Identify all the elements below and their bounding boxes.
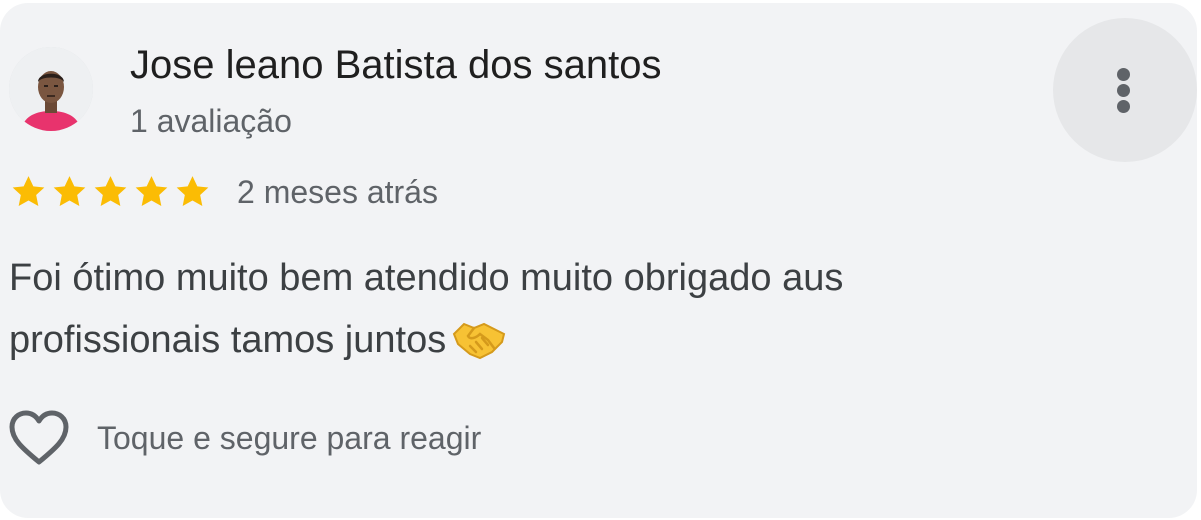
review-text-line: profissionais tamos juntos <box>9 309 1009 381</box>
avatar[interactable] <box>9 47 93 131</box>
star-icon <box>12 176 45 206</box>
star-icon <box>94 176 127 206</box>
star-icon <box>53 176 86 206</box>
review-text: Foi ótimo muito bem atendido muito obrig… <box>9 247 1009 381</box>
more-options-button[interactable] <box>1053 18 1197 162</box>
author-name[interactable]: Jose leano Batista dos santos <box>130 41 661 89</box>
review-time: 2 meses atrás <box>237 174 438 210</box>
avatar-image <box>9 47 93 131</box>
heart-outline-icon[interactable] <box>8 409 70 467</box>
review-text-line: Foi ótimo muito bem atendido muito obrig… <box>9 257 844 299</box>
react-hint: Toque e segure para reagir <box>97 420 482 456</box>
star-rating <box>8 172 213 212</box>
handshake-emoji <box>452 316 506 381</box>
more-vertical-icon-dot <box>1117 100 1130 113</box>
author-review-count: 1 avaliação <box>130 103 292 139</box>
more-vertical-icon <box>1117 68 1130 81</box>
review-card: Jose leano Batista dos santos 1 avaliaçã… <box>0 3 1197 518</box>
star-icon <box>176 176 209 206</box>
star-icon <box>135 176 168 206</box>
review-text-line-content: profissionais tamos juntos <box>9 319 447 361</box>
more-vertical-icon-dot <box>1117 84 1130 97</box>
